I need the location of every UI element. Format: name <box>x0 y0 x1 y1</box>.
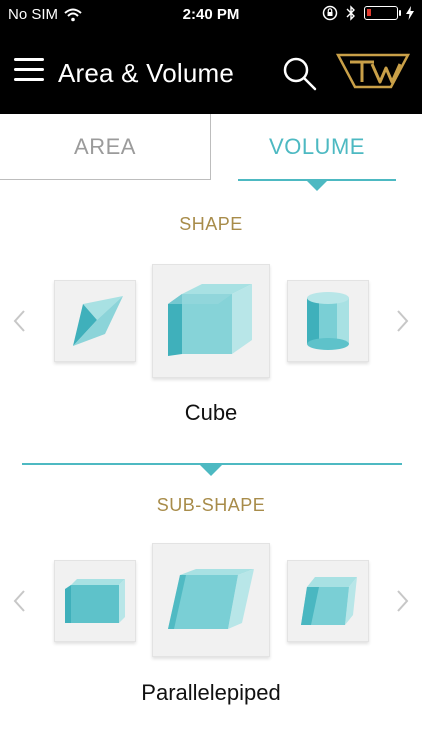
shape-prev-arrow-icon[interactable] <box>8 306 32 336</box>
subshape-option-parallelepiped[interactable] <box>152 543 270 657</box>
shape-option-cube[interactable] <box>152 264 270 378</box>
page-title: Area & Volume <box>58 58 235 88</box>
cube-icon <box>168 284 252 356</box>
charging-bolt-icon <box>406 6 414 20</box>
rectangular-box-icon <box>65 579 125 623</box>
status-bar: No SIM 2:40 PM <box>0 0 422 30</box>
shape-section-label: SHAPE <box>179 214 243 234</box>
top-bar: No SIM 2:40 PM Area & Volume <box>0 0 422 114</box>
subshape-option-oblique-box[interactable] <box>287 560 369 642</box>
status-right <box>322 5 414 21</box>
nav-row: Area & Volume <box>0 46 422 100</box>
tab-selected-caret <box>307 181 327 191</box>
shape-next-arrow-icon[interactable] <box>390 306 414 336</box>
orientation-lock-icon <box>322 5 338 21</box>
shape-option-cylinder[interactable] <box>287 280 369 362</box>
search-icon[interactable] <box>282 56 318 92</box>
selected-shape-name: Cube <box>184 400 238 425</box>
subshape-option-box[interactable] <box>54 560 136 642</box>
selected-subshape-name: Parallelepiped <box>141 680 281 705</box>
section-divider-caret <box>200 465 222 476</box>
tab-area[interactable]: AREA <box>0 114 211 180</box>
mode-tabs: AREA VOLUME <box>0 114 422 194</box>
bluetooth-icon <box>346 5 355 21</box>
subshape-next-arrow-icon[interactable] <box>390 586 414 616</box>
prism-icon <box>73 296 123 346</box>
tab-volume[interactable]: VOLUME <box>238 114 396 180</box>
subshape-prev-arrow-icon[interactable] <box>8 586 32 616</box>
battery-icon <box>364 6 401 20</box>
subshape-section-label: SUB-SHAPE <box>156 495 266 515</box>
brand-logo[interactable] <box>336 52 410 90</box>
cylinder-icon <box>307 292 349 350</box>
menu-icon[interactable] <box>14 58 44 82</box>
shape-option-prism[interactable] <box>54 280 136 362</box>
parallelepiped-icon <box>168 569 254 629</box>
oblique-box-icon <box>301 577 357 625</box>
